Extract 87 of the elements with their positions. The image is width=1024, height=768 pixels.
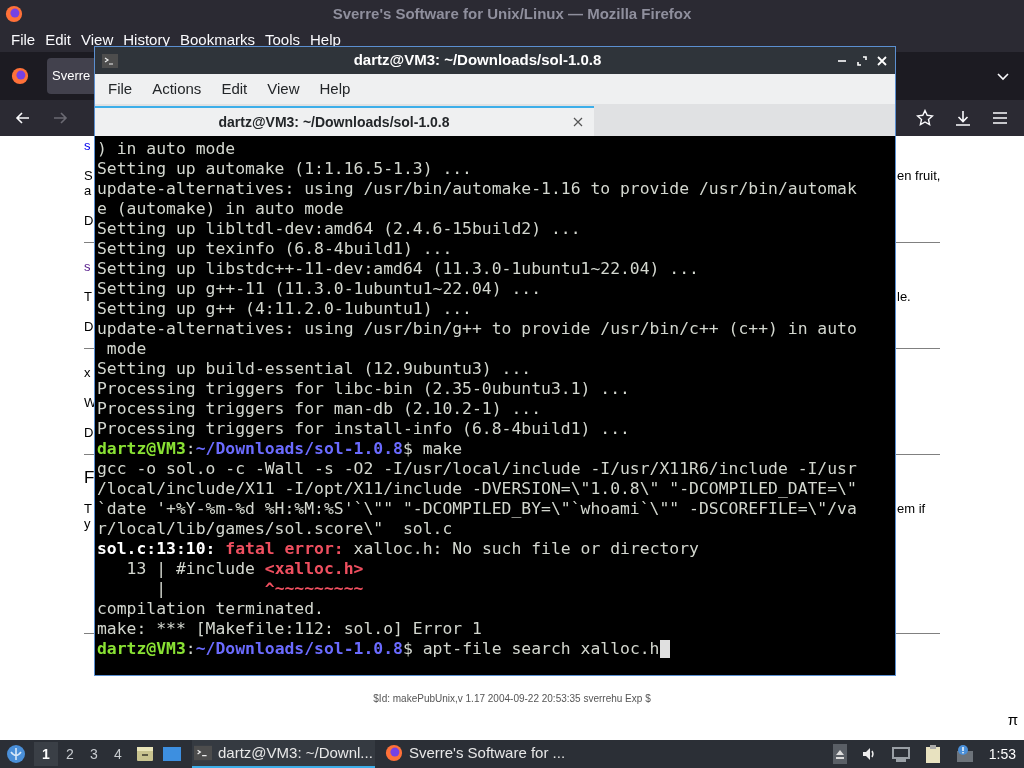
terminal-line: | ^~~~~~~~~~ <box>155 579 364 599</box>
terminal-line: make: *** [Makefile:112: sol.o] Error 1 <box>97 619 482 639</box>
paragraph-text: y <box>84 516 91 531</box>
terminal-line: Setting up texinfo (6.8-4build1) ... <box>97 239 453 259</box>
terminal-line: update-alternatives: using /usr/bin/automake-1.16 to provide /usr/bin/automak <box>97 179 857 199</box>
terminal-line: update-alternatives: using /usr/bin/g++ to provide /usr/bin/c++ (c++) in auto <box>97 319 857 339</box>
terminal-line: Setting up libltdl-dev:amd64 (2.4.6-15build2) ... <box>97 219 581 239</box>
menu-item[interactable]: Help <box>305 30 346 50</box>
terminal-line: e (automake) in auto mode <box>97 199 344 219</box>
terminal-line: /local/include/X11 -I/opt/X11/include -DVERSION=\"1.0.8\" "-DCOMPILED_DATE=\" <box>97 479 857 499</box>
paragraph-text: D <box>84 213 94 228</box>
start-menu-icon[interactable] <box>6 744 26 764</box>
workspace-button[interactable]: 3 <box>82 742 106 766</box>
terminal-line: Processing triggers for install-info (6.8-4build1) ... <box>97 419 630 439</box>
paragraph-text: a <box>84 183 92 198</box>
menu-item[interactable]: Help <box>309 79 361 99</box>
workspace-button[interactable]: 4 <box>106 742 130 766</box>
paragraph-text: D <box>84 425 94 440</box>
paragraph-text: D <box>84 319 94 334</box>
paragraph-text: x <box>84 365 91 380</box>
firefox-icon <box>5 5 23 23</box>
desktop-icon[interactable] <box>162 745 182 763</box>
terminal-line: ) in auto mode <box>97 139 236 159</box>
network-icon[interactable] <box>890 745 911 763</box>
terminal-line: Setting up libstdc++-11-dev:amd64 (11.3.0-1ubuntu1~22.04) ... <box>97 259 699 279</box>
terminal-line: dartz@VM3:~/Downloads/sol-1.0.8$ apt-file search xalloc.h <box>97 639 660 659</box>
menu-icon[interactable] <box>992 110 1008 126</box>
paragraph-text: en fruit, <box>897 168 941 183</box>
terminal-line: dartz@VM3:~/Downloads/sol-1.0.8$ make <box>97 439 463 459</box>
clock[interactable]: 1:53 <box>988 743 1016 765</box>
taskbar-button[interactable]: dartz@VM3: ~/Downl... <box>192 740 375 768</box>
paragraph-text: em if <box>897 501 926 516</box>
file-manager-icon[interactable] <box>136 745 154 763</box>
terminal-line: `date '+%Y-%m-%d %H:%M:%S'`\"" "-DCOMPILED_BY=\"`whoami`\"" -DSCOREFILE=\"/va <box>97 499 857 519</box>
menu-item[interactable]: View <box>76 30 119 50</box>
terminal-tab[interactable]: dartz@VM3: ~/Downloads/sol-1.0.8 <box>95 106 594 136</box>
clipboard-icon[interactable] <box>924 744 941 764</box>
paragraph-text: S <box>84 168 93 183</box>
maximize-icon[interactable] <box>857 55 867 66</box>
menu-item[interactable]: File <box>98 79 143 99</box>
terminal-line: Setting up build-essential (12.9ubuntu3) ... <box>97 359 532 379</box>
terminal-line: mode <box>105 339 147 359</box>
terminal-line: 13 | #include <xalloc.h> <box>125 559 364 579</box>
terminal-line: Setting up automake (1:1.16.5-1.3) ... <box>97 159 472 179</box>
terminal-line: gcc -o sol.o -c -Wall -s -O2 -I/usr/local/include -I/usr/X11R6/include -I/usr <box>97 459 857 479</box>
window-title: Sverre's Software for Unix/Linux — Mozilla Firefox <box>331 3 693 24</box>
menu-item[interactable]: Edit <box>40 30 77 50</box>
terminal-line: compilation terminated. <box>97 599 324 619</box>
terminal-icon <box>102 53 118 68</box>
terminal-line: Setting up g++-11 (11.3.0-1ubuntu1~22.04) ... <box>97 279 542 299</box>
close-icon[interactable] <box>877 55 887 66</box>
star-icon[interactable] <box>916 109 934 127</box>
paragraph-text: T <box>84 289 92 304</box>
firefox-icon[interactable] <box>11 67 29 85</box>
terminal-line: Setting up g++ (4:11.2.0-1ubuntu1) ... <box>97 299 472 319</box>
page-footer-text: $Id: makePubUnix,v 1.17 2004-09-22 20:53:35 sverrehu Exp $ <box>372 693 652 705</box>
workspace-button[interactable]: 1 <box>34 742 58 766</box>
eject-icon[interactable] <box>832 744 847 764</box>
back-arrow-icon[interactable] <box>15 110 31 126</box>
browser-tab[interactable]: Sverre <box>47 58 94 94</box>
forward-arrow-icon[interactable] <box>52 110 68 126</box>
menu-item[interactable]: Tools <box>260 30 305 50</box>
menu-item[interactable]: Edit <box>211 79 258 99</box>
paragraph-text: T <box>84 501 92 516</box>
pi-symbol[interactable]: π <box>1007 712 1018 728</box>
paragraph-text: le. <box>897 289 911 304</box>
taskbar-button[interactable]: Sverre's Software for ... <box>382 740 568 768</box>
terminal-line: sol.c:13:10: fatal error: xalloc.h: No such file or directory <box>97 539 699 559</box>
menu-item[interactable]: Actions <box>142 79 212 99</box>
window-title: dartz@VM3: ~/Downloads/sol-1.0.8 <box>352 50 603 71</box>
menu-item[interactable]: File <box>6 30 41 50</box>
notification-icon[interactable] <box>954 744 975 764</box>
link-text[interactable]: s <box>84 259 91 274</box>
menu-item[interactable]: View <box>257 79 310 99</box>
workspace-button[interactable]: 2 <box>58 742 82 766</box>
download-icon[interactable] <box>954 109 972 127</box>
firefox-icon <box>384 744 403 762</box>
section-heading: F <box>84 468 95 487</box>
terminal-line: Processing triggers for man-db (2.10.2-1) ... <box>97 399 542 419</box>
menu-item[interactable]: Bookmarks <box>174 30 260 50</box>
terminal-icon <box>194 744 212 762</box>
terminal-line: r/local/lib/games/sol.score\" sol.c <box>97 519 453 539</box>
link-text[interactable]: s <box>84 138 91 153</box>
terminal-line: Processing triggers for libc-bin (2.35-0ubuntu3.1) ... <box>97 379 630 399</box>
menu-item[interactable]: History <box>118 30 175 50</box>
volume-icon[interactable] <box>860 746 877 762</box>
close-tab-icon[interactable] <box>573 117 583 127</box>
